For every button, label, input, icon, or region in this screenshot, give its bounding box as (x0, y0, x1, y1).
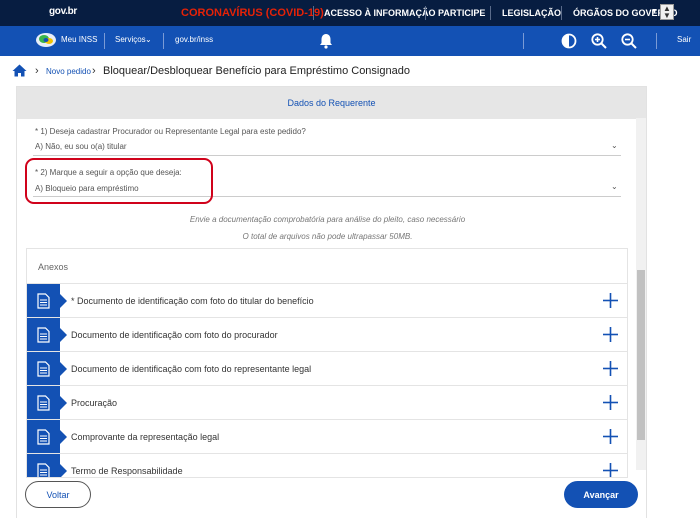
plus-icon[interactable] (602, 292, 619, 309)
chevron-down-icon[interactable]: ⌄ (611, 182, 618, 191)
card-header: Dados do Requerente (17, 87, 646, 119)
servicos-menu[interactable]: Serviços (115, 35, 146, 44)
divider (163, 33, 164, 49)
highlight-annotation (25, 158, 213, 204)
document-icon (37, 293, 50, 309)
documentation-note: Envie a documentação comprobatória para … (189, 215, 466, 224)
zoom-in-icon[interactable] (590, 32, 608, 50)
document-icon (37, 327, 50, 343)
attachment-label: Documento de identificação com foto do p… (71, 330, 278, 340)
attachment-tab (27, 284, 67, 317)
zoom-out-icon[interactable] (620, 32, 638, 50)
anexos-label: Anexos (38, 262, 69, 272)
voltar-button[interactable]: Voltar (25, 481, 91, 508)
chevron-down-icon[interactable]: ▼ (651, 8, 658, 15)
chevron-down-icon[interactable]: ⌄ (611, 141, 618, 150)
divider (313, 6, 314, 20)
divider (425, 6, 426, 20)
select-underline (33, 155, 621, 156)
plus-icon[interactable] (602, 428, 619, 445)
attachment-label: Procuração (71, 398, 118, 408)
attachment-tab (27, 352, 67, 385)
attachment-tab (27, 454, 67, 477)
question-1-select[interactable]: A) Não, eu sou o(a) titular (35, 142, 127, 151)
attachment-tab (27, 420, 67, 453)
window-scroll-icon[interactable]: ▲ ▼ (660, 4, 674, 20)
attachment-item[interactable]: Procuração (27, 386, 627, 420)
main-nav-bar: Meu INSS Serviços ⌄ gov.br/inss Sair (0, 26, 700, 56)
question-1-label: * 1) Deseja cadastrar Procurador ou Repr… (35, 127, 306, 136)
attachment-tab (27, 386, 67, 419)
divider (104, 33, 105, 49)
attachment-item[interactable]: Termo de Responsabilidade (27, 454, 627, 478)
divider (490, 6, 491, 20)
participe-link[interactable]: PARTICIPE (438, 8, 485, 18)
avancar-button[interactable]: Avançar (564, 481, 638, 508)
covid-link[interactable]: CORONAVÍRUS (COVID-19) (181, 7, 324, 19)
contrast-icon[interactable] (560, 32, 578, 50)
scrollbar-thumb[interactable] (637, 270, 645, 440)
plus-icon[interactable] (602, 360, 619, 377)
attachment-tab (27, 318, 67, 351)
govbr-inss-link[interactable]: gov.br/inss (175, 35, 213, 44)
anexos-section: Anexos * Documento de identificação com … (26, 248, 628, 478)
plus-icon[interactable] (602, 394, 619, 411)
chevron-right-icon: › (35, 65, 39, 77)
attachment-item[interactable]: Documento de identificação com foto do p… (27, 318, 627, 352)
attachment-label: Termo de Responsabilidade (71, 466, 183, 476)
page-title: Bloquear/Desbloquear Benefício para Empr… (103, 65, 410, 77)
document-icon (37, 463, 50, 477)
document-icon (37, 395, 50, 411)
plus-icon[interactable] (602, 326, 619, 343)
document-icon (37, 361, 50, 377)
breadcrumb: › Novo pedido › Bloquear/Desbloquear Ben… (0, 56, 700, 86)
inss-logo-icon[interactable] (35, 31, 57, 49)
home-icon[interactable] (12, 64, 27, 77)
attachment-label: * Documento de identificação com foto do… (71, 296, 314, 306)
divider (523, 33, 524, 49)
plus-icon[interactable] (602, 462, 619, 478)
divider (561, 6, 562, 20)
chevron-down-icon[interactable]: ⌄ (145, 35, 152, 44)
govbr-logo[interactable]: gov.br (49, 6, 77, 17)
attachment-label: Documento de identificação com foto do r… (71, 364, 312, 374)
attachment-item[interactable]: Documento de identificação com foto do r… (27, 352, 627, 386)
acesso-informacao-link[interactable]: ACESSO À INFORMAÇÃO (324, 8, 436, 18)
attachment-item[interactable]: * Documento de identificação com foto do… (27, 284, 627, 318)
attachment-item[interactable]: Comprovante da representação legal (27, 420, 627, 454)
sair-link[interactable]: Sair (677, 35, 691, 44)
document-icon (37, 429, 50, 445)
legislacao-link[interactable]: LEGISLAÇÃO (502, 8, 561, 18)
gov-top-bar: gov.br CORONAVÍRUS (COVID-19) ACESSO À I… (0, 0, 700, 26)
divider (656, 33, 657, 49)
attachment-label: Comprovante da representação legal (71, 432, 220, 442)
meu-inss-link[interactable]: Meu INSS (61, 35, 97, 44)
footer-bar (17, 478, 646, 518)
card-title: Dados do Requerente (287, 98, 376, 108)
chevron-right-icon: › (92, 65, 96, 77)
bell-icon[interactable] (317, 32, 335, 50)
breadcrumb-novo-pedido[interactable]: Novo pedido (46, 67, 91, 76)
file-size-note: O total de arquivos não pode ultrapassar… (242, 232, 413, 241)
